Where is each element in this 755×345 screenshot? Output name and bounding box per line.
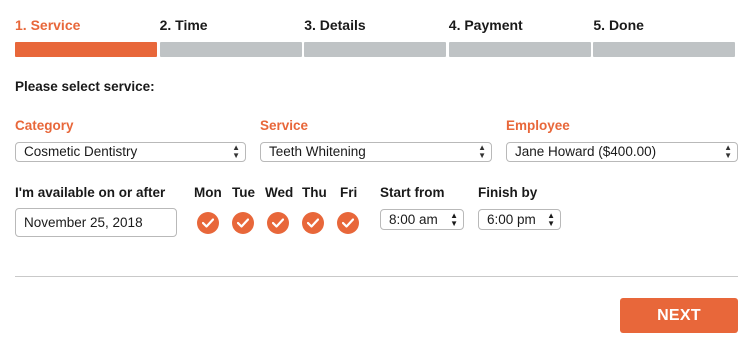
day-label-tue: Tue: [232, 185, 255, 200]
day-label-mon: Mon: [194, 185, 222, 200]
day-label-fri: Fri: [340, 185, 358, 200]
divider: [15, 276, 738, 277]
step-label: 5. Done: [593, 17, 644, 33]
step-time: 2. Time: [159, 16, 305, 57]
finish-label: Finish by: [478, 185, 538, 200]
day-checkbox-wed[interactable]: [267, 212, 289, 234]
step-bar: [15, 42, 157, 57]
step-details: 3. Details: [304, 16, 449, 57]
up-down-chevron-icon: ▲ ▼: [232, 143, 240, 160]
step-label: 4. Payment: [448, 17, 523, 33]
step-label: 1. Service: [15, 17, 81, 33]
service-value: Teeth Whitening: [269, 144, 366, 159]
day-label-thu: Thu: [302, 185, 327, 200]
up-down-chevron-icon: ▲ ▼: [724, 143, 732, 160]
booking-form: 1. Service 2. Time 3. Details 4. Payment…: [0, 0, 755, 345]
finish-time-value: 6:00 pm: [487, 212, 536, 227]
step-bar: [304, 42, 447, 57]
check-icon: [202, 218, 214, 228]
step-bar: [448, 42, 591, 57]
up-down-chevron-icon: ▲ ▼: [478, 143, 486, 160]
next-button[interactable]: NEXT: [620, 298, 738, 333]
step-label: 3. Details: [304, 17, 366, 33]
step-label: 2. Time: [159, 17, 208, 33]
step-payment: 4. Payment: [448, 16, 594, 57]
step-bar: [159, 42, 302, 57]
employee-select[interactable]: Jane Howard ($400.00) ▲ ▼: [506, 142, 738, 162]
day-checkbox-mon[interactable]: [197, 212, 219, 234]
progress-steps: 1. Service 2. Time 3. Details 4. Payment…: [15, 16, 738, 57]
start-label: Start from: [380, 185, 445, 200]
service-prompt: Please select service:: [15, 79, 155, 94]
step-bar: [593, 42, 736, 57]
day-checkbox-fri[interactable]: [337, 212, 359, 234]
check-icon: [237, 218, 249, 228]
step-service: 1. Service: [15, 16, 160, 57]
service-label: Service: [260, 118, 309, 133]
category-value: Cosmetic Dentistry: [24, 144, 138, 159]
step-done: 5. Done: [593, 16, 738, 57]
employee-value: Jane Howard ($400.00): [515, 144, 657, 159]
service-select[interactable]: Teeth Whitening ▲ ▼: [260, 142, 492, 162]
day-checkbox-tue[interactable]: [232, 212, 254, 234]
employee-label: Employee: [506, 118, 570, 133]
start-time-value: 8:00 am: [389, 212, 438, 227]
category-label: Category: [15, 118, 74, 133]
start-time-select[interactable]: 8:00 am ▲ ▼: [380, 209, 464, 230]
day-label-wed: Wed: [265, 185, 294, 200]
up-down-chevron-icon: ▲ ▼: [450, 211, 458, 228]
category-select[interactable]: Cosmetic Dentistry ▲ ▼: [15, 142, 246, 162]
date-input[interactable]: November 25, 2018: [15, 208, 177, 237]
day-checkbox-thu[interactable]: [302, 212, 324, 234]
finish-time-select[interactable]: 6:00 pm ▲ ▼: [478, 209, 561, 230]
check-icon: [272, 218, 284, 228]
availability-label: I'm available on or after: [15, 185, 166, 200]
check-icon: [342, 218, 354, 228]
up-down-chevron-icon: ▲ ▼: [547, 211, 555, 228]
check-icon: [307, 218, 319, 228]
